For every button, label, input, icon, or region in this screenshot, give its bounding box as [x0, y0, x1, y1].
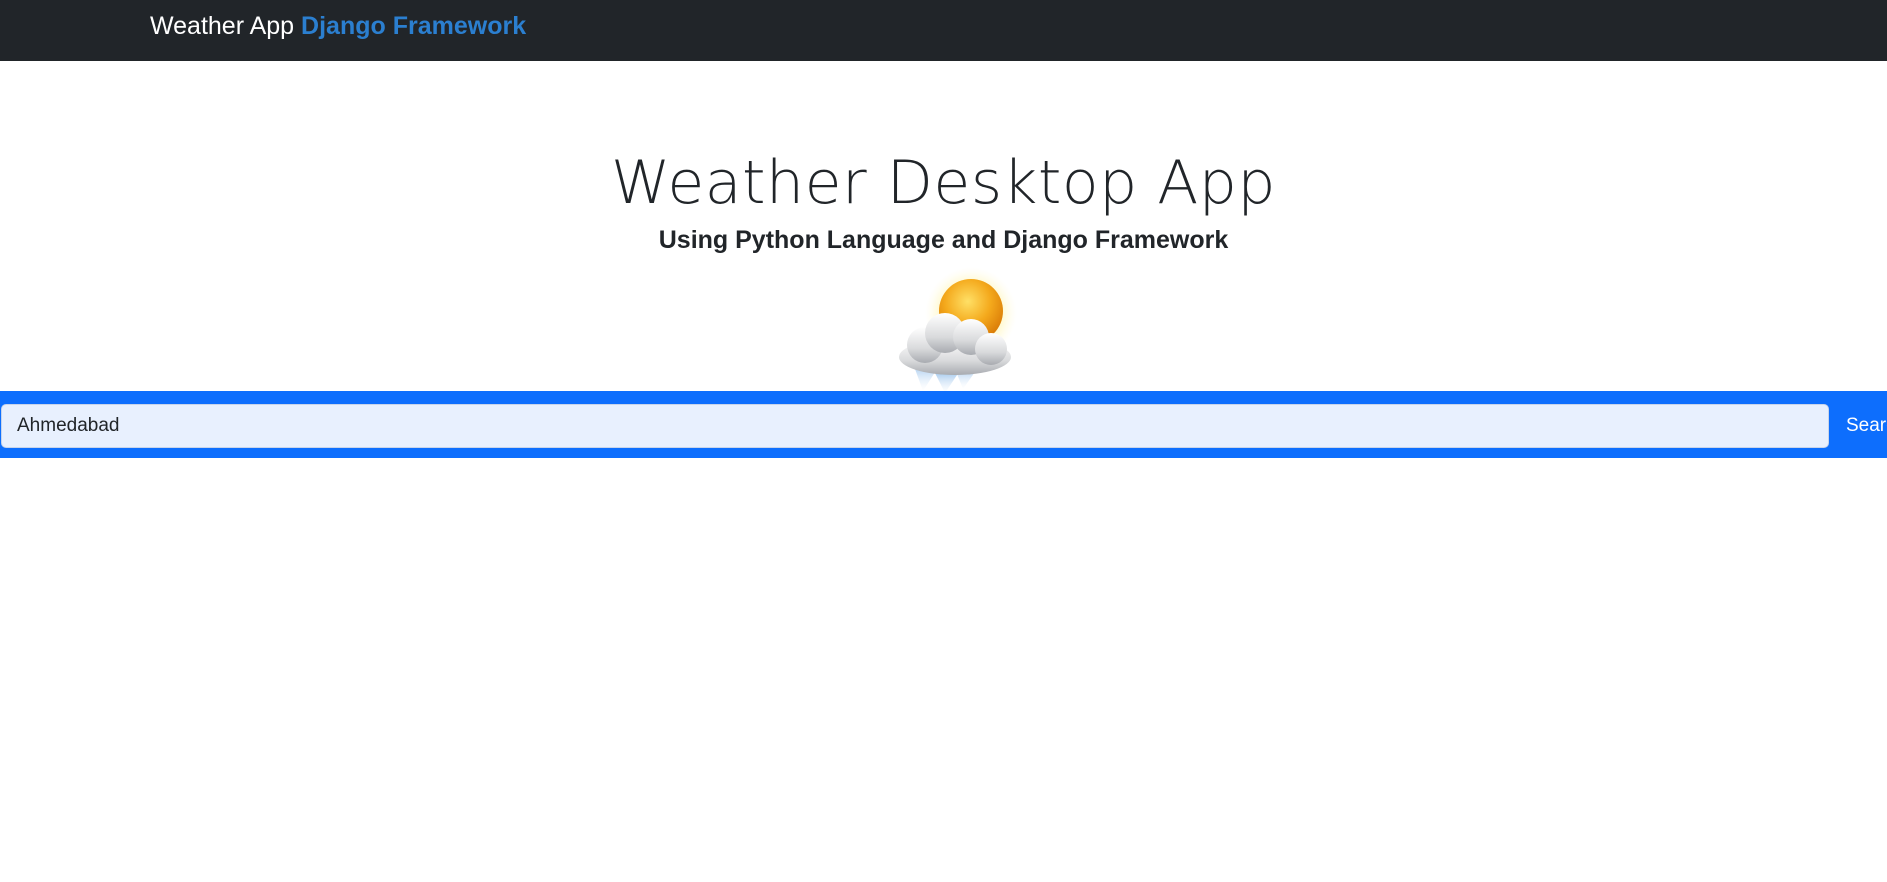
city-search-input[interactable] — [1, 404, 1829, 448]
navbar: Weather App Django Framework — [0, 0, 1887, 61]
page-title: Weather Desktop App — [611, 148, 1276, 218]
brand-accent-text: Django Framework — [301, 12, 527, 40]
brand-text: Weather App — [150, 12, 295, 40]
page-subtitle: Using Python Language and Django Framewo… — [658, 226, 1229, 254]
search-button[interactable]: Search — [1831, 404, 1887, 448]
navbar-brand[interactable]: Weather App Django Framework — [150, 12, 526, 41]
sun-behind-rain-cloud-icon — [893, 265, 1023, 395]
